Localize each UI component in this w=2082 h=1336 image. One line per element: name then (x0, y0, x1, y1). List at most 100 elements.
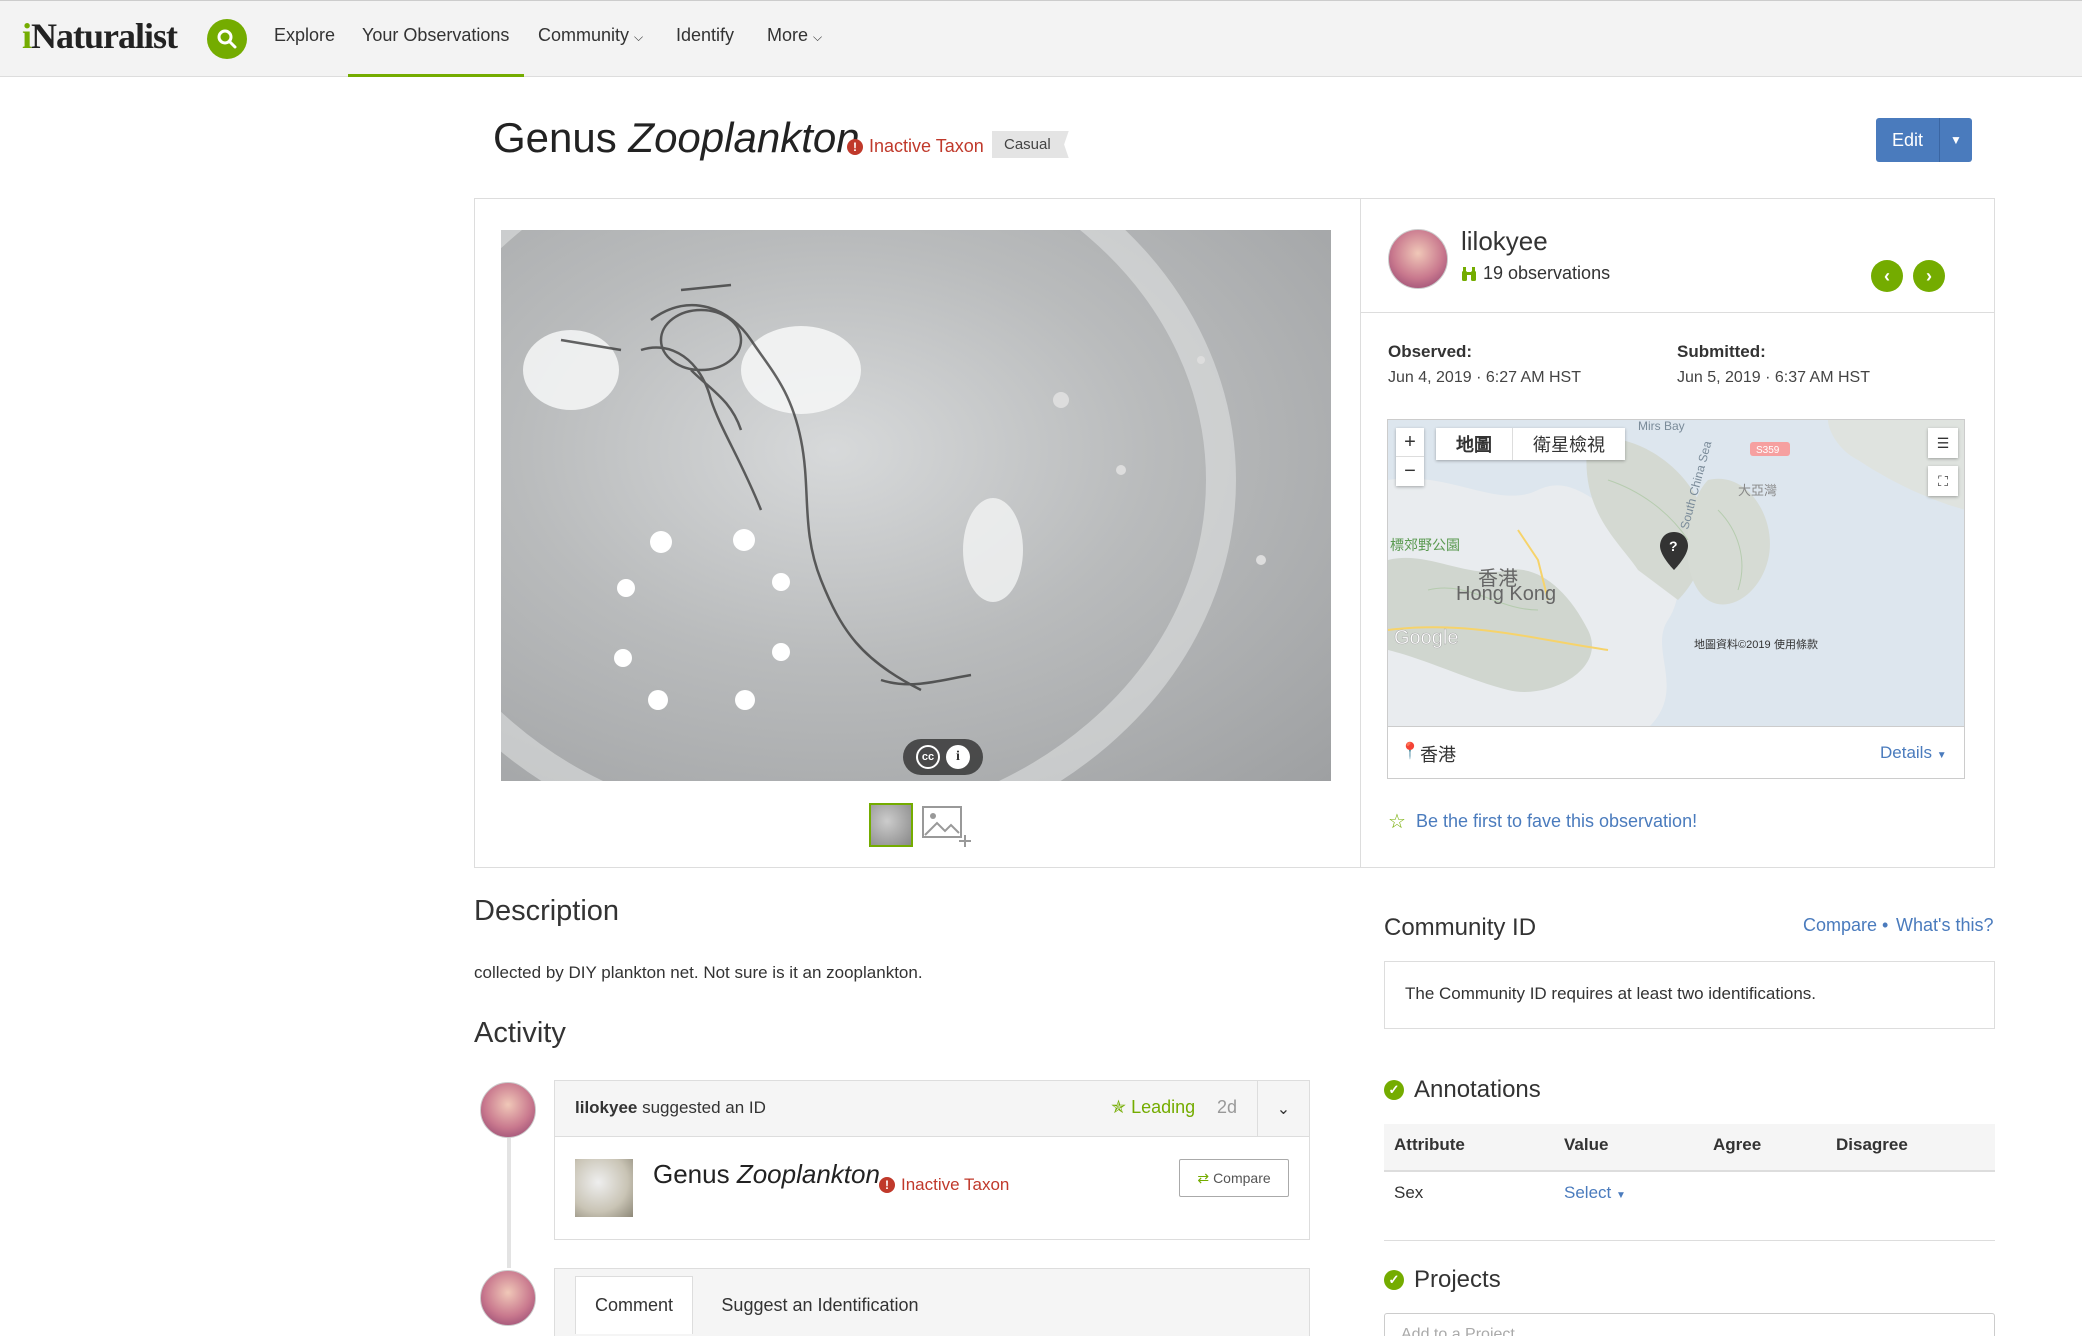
identification-age: 2d (1217, 1097, 1238, 1117)
map-layers-button[interactable]: ☰ (1928, 428, 1958, 458)
identification-author: lilokyee suggested an ID (575, 1098, 766, 1118)
nav-community-label: Community (538, 25, 630, 45)
identification-compare-button[interactable]: ⇄ Compare (1179, 1159, 1289, 1197)
nav-more[interactable]: More ⌵ (767, 25, 822, 46)
observer-username[interactable]: lilokyee (1461, 226, 1548, 257)
col-value: Value (1564, 1135, 1609, 1154)
binoculars-icon (1462, 266, 1476, 281)
identification-card-header: lilokyee suggested an ID ✯ Leading 2d ⌄ (555, 1081, 1309, 1137)
chevron-down-icon: ⌵ (634, 30, 644, 44)
community-id-compare-link[interactable]: Compare (1803, 915, 1877, 936)
inaturalist-logo[interactable]: iNaturalist (22, 15, 178, 57)
tab-comment[interactable]: Comment (575, 1276, 693, 1334)
description-text: collected by DIY plankton net. Not sure … (474, 963, 923, 982)
nav-explore[interactable]: Explore (274, 25, 335, 46)
nav-your-observations[interactable]: Your Observations (362, 25, 509, 46)
map-terms-link[interactable]: 使用條款 (1774, 637, 1818, 651)
annotations-heading-label: Annotations (1414, 1076, 1541, 1103)
compare-label: Compare (1213, 1170, 1271, 1186)
identification-menu-button[interactable]: ⌄ (1257, 1081, 1309, 1137)
map-label-park: 標郊野公園 (1390, 537, 1460, 553)
activity-user-avatar[interactable] (480, 1082, 536, 1138)
nav-community[interactable]: Community ⌵ (538, 25, 643, 46)
check-circle-icon: ✓ (1384, 1270, 1404, 1290)
nav-more-label: More (767, 25, 809, 45)
nav-identify[interactable]: Identify (676, 25, 734, 46)
community-id-heading: Community ID (1384, 914, 1537, 941)
nav-active-indicator (348, 74, 524, 77)
logo-text: Naturalist (31, 16, 178, 56)
inactive-taxon-label: Inactive Taxon (869, 136, 984, 156)
title-taxon-name[interactable]: Zooplankton (628, 114, 859, 161)
tab-suggest-identification[interactable]: Suggest an Identification (700, 1276, 940, 1334)
whats-this-link[interactable]: What's this? (1896, 915, 1993, 936)
add-project-input[interactable]: Add to a Project (1384, 1313, 1995, 1336)
prev-observation-button[interactable]: ‹ (1871, 260, 1903, 292)
license-info-pill[interactable]: cc i (903, 739, 983, 775)
identification-taxon[interactable]: Genus Zooplankton (653, 1159, 880, 1190)
edit-button-group: Edit ▼ (1876, 118, 1972, 162)
identification-username[interactable]: lilokyee (575, 1098, 637, 1117)
quality-grade-badge: Casual (992, 131, 1069, 158)
add-photo-icon[interactable] (921, 805, 973, 849)
star-icon: ☆ (1388, 811, 1406, 833)
search-button[interactable] (207, 19, 247, 59)
page-title: Genus Zooplankton (493, 114, 860, 162)
projects-heading[interactable]: ✓ Projects (1384, 1266, 1501, 1294)
title-rank: Genus (493, 114, 617, 161)
submitted-label: Submitted: (1677, 342, 1766, 361)
annotation-value-select[interactable]: Select ▼ (1564, 1183, 1626, 1203)
observed-label: Observed: (1388, 342, 1473, 361)
location-map[interactable]: Mirs Bay South China Sea 香港 Hong Kong 標郊… (1387, 419, 1965, 727)
map-road-shield: S359 (1756, 445, 1780, 456)
observer-header: lilokyee 19 observations ‹ › (1361, 199, 1994, 313)
observer-avatar[interactable] (1388, 229, 1448, 289)
photo-thumbnail[interactable] (869, 803, 913, 847)
edit-dropdown-button[interactable]: ▼ (1940, 118, 1972, 162)
inactive-taxon-badge[interactable]: ! Inactive Taxon (847, 136, 984, 157)
fave-link[interactable]: ☆ Be the first to fave this observation! (1388, 809, 1697, 834)
info-icon: i (946, 745, 970, 769)
map-type-map-button[interactable]: 地圖 (1436, 428, 1513, 460)
caret-down-icon: ▼ (1936, 750, 1947, 761)
layers-icon: ☰ (1936, 434, 1950, 451)
observation-photo[interactable]: cc i (501, 230, 1331, 781)
google-logo: Google (1394, 627, 1459, 649)
observation-details-column: lilokyee 19 observations ‹ › Observed: J… (1361, 199, 1994, 867)
chevron-left-icon: ‹ (1884, 265, 1890, 286)
map-type-satellite-button[interactable]: 衛星檢視 (1513, 428, 1625, 460)
fave-label: Be the first to fave this observation! (1415, 811, 1698, 831)
map-fullscreen-button[interactable]: ⛶ (1928, 466, 1958, 496)
map-label-hong-kong-en: Hong Kong (1456, 583, 1556, 605)
leading-label: Leading (1131, 1097, 1196, 1117)
place-name: 香港 (1420, 745, 1456, 765)
submitted-date: Jun 5, 2019 · 6:37 AM HST (1677, 369, 1870, 386)
photo-column: cc i (475, 199, 1361, 867)
place-bar: 📍 香港 Details ▼ (1387, 727, 1965, 779)
chevron-right-icon: › (1926, 265, 1932, 286)
description-heading: Description (474, 895, 620, 927)
chevron-down-icon: ⌄ (1276, 1101, 1291, 1118)
annotation-attribute: Sex (1394, 1183, 1424, 1202)
identification-inactive-badge[interactable]: ! Inactive Taxon (879, 1175, 1009, 1195)
comment-user-avatar[interactable] (480, 1270, 536, 1326)
photo-content (501, 230, 1266, 781)
alert-icon: ! (847, 138, 863, 155)
col-attribute: Attribute (1394, 1135, 1465, 1154)
map-copyright: 地圖資料©2019 (1694, 637, 1771, 651)
map-label-tai-a-bay: 大亞灣 (1738, 483, 1777, 498)
annotations-heading[interactable]: ✓ Annotations (1384, 1076, 1541, 1104)
identification-rank: Genus (653, 1159, 730, 1189)
observer-obs-count[interactable]: 19 observations (1461, 263, 1610, 284)
zoom-out-button[interactable]: − (1396, 457, 1424, 486)
taxon-thumbnail[interactable] (575, 1159, 633, 1217)
identification-action: suggested an ID (637, 1098, 766, 1117)
edit-button[interactable]: Edit (1876, 118, 1940, 162)
next-observation-button[interactable]: › (1913, 260, 1945, 292)
col-agree: Agree (1713, 1135, 1762, 1154)
map-details-toggle[interactable]: Details ▼ (1880, 743, 1947, 763)
svg-text:?: ? (1669, 538, 1678, 554)
creative-commons-icon: cc (916, 745, 940, 769)
map-tiles: Mirs Bay South China Sea 香港 Hong Kong 標郊… (1388, 420, 1964, 726)
zoom-in-button[interactable]: + (1396, 428, 1424, 457)
